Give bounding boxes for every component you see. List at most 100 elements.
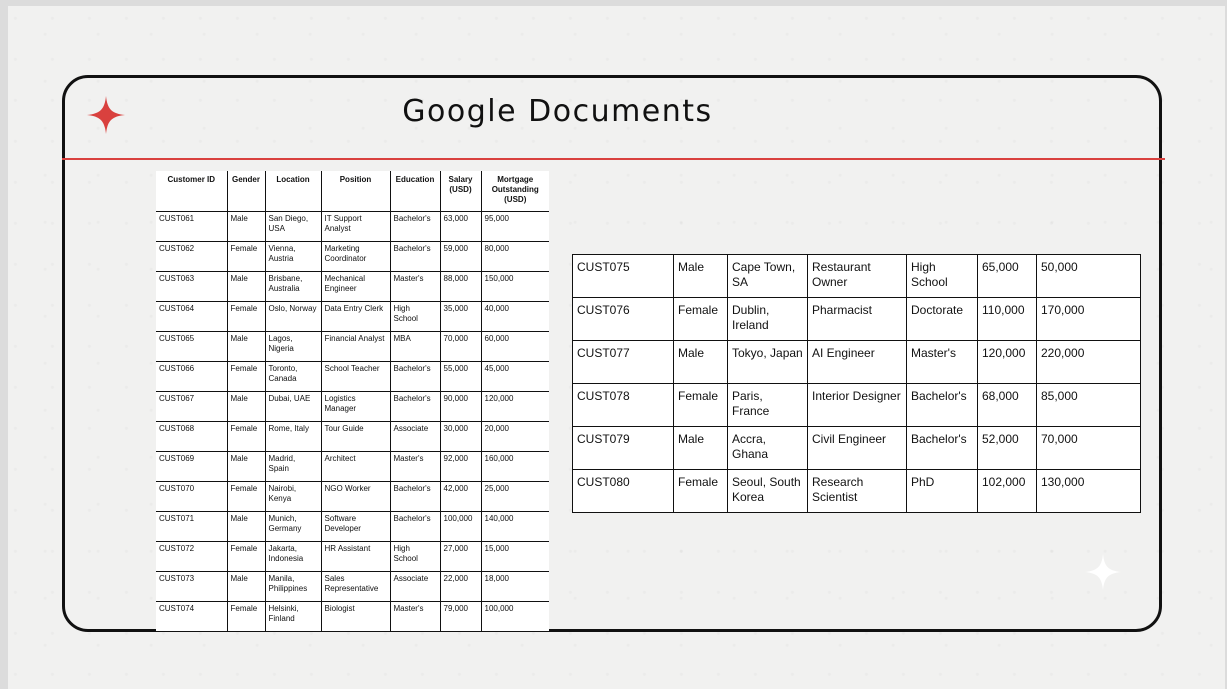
table-cell: Jakarta, Indonesia (265, 541, 322, 572)
table-cell: CUST079 (572, 426, 674, 470)
table-cell: Madrid, Spain (265, 451, 322, 482)
table-cell: Munich, Germany (265, 511, 322, 542)
column-header: Mortgage Outstanding (USD) (481, 171, 549, 212)
table-cell: Female (227, 601, 266, 632)
table-cell: Biologist (321, 601, 391, 632)
table-row: CUST063 Male Brisbane, Australia Mechanical… (156, 271, 549, 302)
table-cell: Female (227, 241, 266, 272)
table-cell: Male (227, 571, 266, 602)
table-cell: Bachelor's (390, 241, 441, 272)
table-cell: 70,000 (1036, 426, 1141, 470)
table-cell: 45,000 (481, 361, 549, 392)
column-header: Education (390, 171, 441, 212)
table-cell: Bachelor's (390, 481, 441, 512)
table-cell: 50,000 (1036, 254, 1141, 298)
table-row: CUST067 Male Dubai, UAE Logistics Manager Ba… (156, 391, 549, 422)
table-cell: Oslo, Norway (265, 301, 322, 332)
table-cell: Female (227, 301, 266, 332)
table-cell: CUST075 (572, 254, 674, 298)
table-cell: Rome, Italy (265, 421, 322, 452)
table-cell: Lagos, Nigeria (265, 331, 322, 362)
table-cell: 68,000 (977, 383, 1037, 427)
table-cell: CUST070 (156, 481, 228, 512)
table-cell: Female (227, 421, 266, 452)
table-cell: High School (906, 254, 978, 298)
table-cell: CUST068 (156, 421, 228, 452)
table-cell: 160,000 (481, 451, 549, 482)
table-cell: 30,000 (440, 421, 482, 452)
table-cell: Logistics Manager (321, 391, 391, 422)
table-cell: Marketing Coordinator (321, 241, 391, 272)
table-cell: 92,000 (440, 451, 482, 482)
table-cell: CUST061 (156, 211, 228, 242)
table-cell: 220,000 (1036, 340, 1141, 384)
table-cell: Bachelor's (390, 361, 441, 392)
table-cell: Sales Representative (321, 571, 391, 602)
table-cell: High School (390, 541, 441, 572)
table-cell: Male (227, 451, 266, 482)
customer-table-right: CUST075 Male Cape Town, SA Restaurant Owner… (572, 254, 1141, 513)
table-cell: 18,000 (481, 571, 549, 602)
table-cell: CUST071 (156, 511, 228, 542)
column-header: Location (265, 171, 322, 212)
table-cell: Female (673, 383, 728, 427)
table-cell: 150,000 (481, 271, 549, 302)
table-cell: 60,000 (481, 331, 549, 362)
table-cell: 70,000 (440, 331, 482, 362)
table-cell: Software Developer (321, 511, 391, 542)
customer-table-left: Customer ID Gender Location Position Educati… (156, 171, 549, 632)
table-cell: 120,000 (481, 391, 549, 422)
table-cell: Male (227, 211, 266, 242)
table-row: CUST070 Female Nairobi, Kenya NGO Worker Bac… (156, 481, 549, 512)
table-cell: 120,000 (977, 340, 1037, 384)
table-cell: 42,000 (440, 481, 482, 512)
table-cell: Bachelor's (390, 211, 441, 242)
table-cell: Helsinki, Finland (265, 601, 322, 632)
table-cell: 59,000 (440, 241, 482, 272)
table-cell: Mechanical Engineer (321, 271, 391, 302)
table-cell: 95,000 (481, 211, 549, 242)
table-cell: CUST080 (572, 469, 674, 513)
table-row: CUST069 Male Madrid, Spain Architect Master'… (156, 451, 549, 482)
table-cell: 102,000 (977, 469, 1037, 513)
table-row: CUST079 Male Accra, Ghana Civil Engineer Bac… (572, 426, 1141, 470)
table-cell: 100,000 (440, 511, 482, 542)
table-cell: AI Engineer (807, 340, 907, 384)
table-cell: 65,000 (977, 254, 1037, 298)
table-row: CUST077 Male Tokyo, Japan AI Engineer Master… (572, 340, 1141, 384)
table-cell: Toronto, Canada (265, 361, 322, 392)
table-cell: 110,000 (977, 297, 1037, 341)
table-cell: CUST062 (156, 241, 228, 272)
table-cell: Nairobi, Kenya (265, 481, 322, 512)
table-cell: Bachelor's (390, 511, 441, 542)
table-cell: Architect (321, 451, 391, 482)
table-row: CUST071 Male Munich, Germany Software Devel… (156, 511, 549, 542)
table-cell: 130,000 (1036, 469, 1141, 513)
table-cell: Male (227, 271, 266, 302)
table-cell: Master's (390, 271, 441, 302)
table-cell: CUST078 (572, 383, 674, 427)
table-row: CUST073 Male Manila, Philippines Sales Repr… (156, 571, 549, 602)
table-cell: High School (390, 301, 441, 332)
table-cell: Seoul, South Korea (727, 469, 808, 513)
table-cell: Male (227, 511, 266, 542)
table-cell: Male (227, 331, 266, 362)
table-cell: 63,000 (440, 211, 482, 242)
table-row: CUST068 Female Rome, Italy Tour Guide Associ… (156, 421, 549, 452)
table-cell: Female (673, 297, 728, 341)
table-cell: School Teacher (321, 361, 391, 392)
red-sparkle-icon (87, 96, 125, 134)
table-cell: Tokyo, Japan (727, 340, 808, 384)
table-cell: Female (227, 481, 266, 512)
table-cell: Associate (390, 571, 441, 602)
table-row: CUST076 Female Dublin, Ireland Pharmacist Do… (572, 297, 1141, 341)
table-cell: Male (673, 426, 728, 470)
table-cell: Research Scientist (807, 469, 907, 513)
table-cell: Female (227, 541, 266, 572)
table-cell: 85,000 (1036, 383, 1141, 427)
table-cell: Dubai, UAE (265, 391, 322, 422)
table-cell: Doctorate (906, 297, 978, 341)
table-cell: CUST076 (572, 297, 674, 341)
table-cell: Vienna, Austria (265, 241, 322, 272)
table-cell: 55,000 (440, 361, 482, 392)
